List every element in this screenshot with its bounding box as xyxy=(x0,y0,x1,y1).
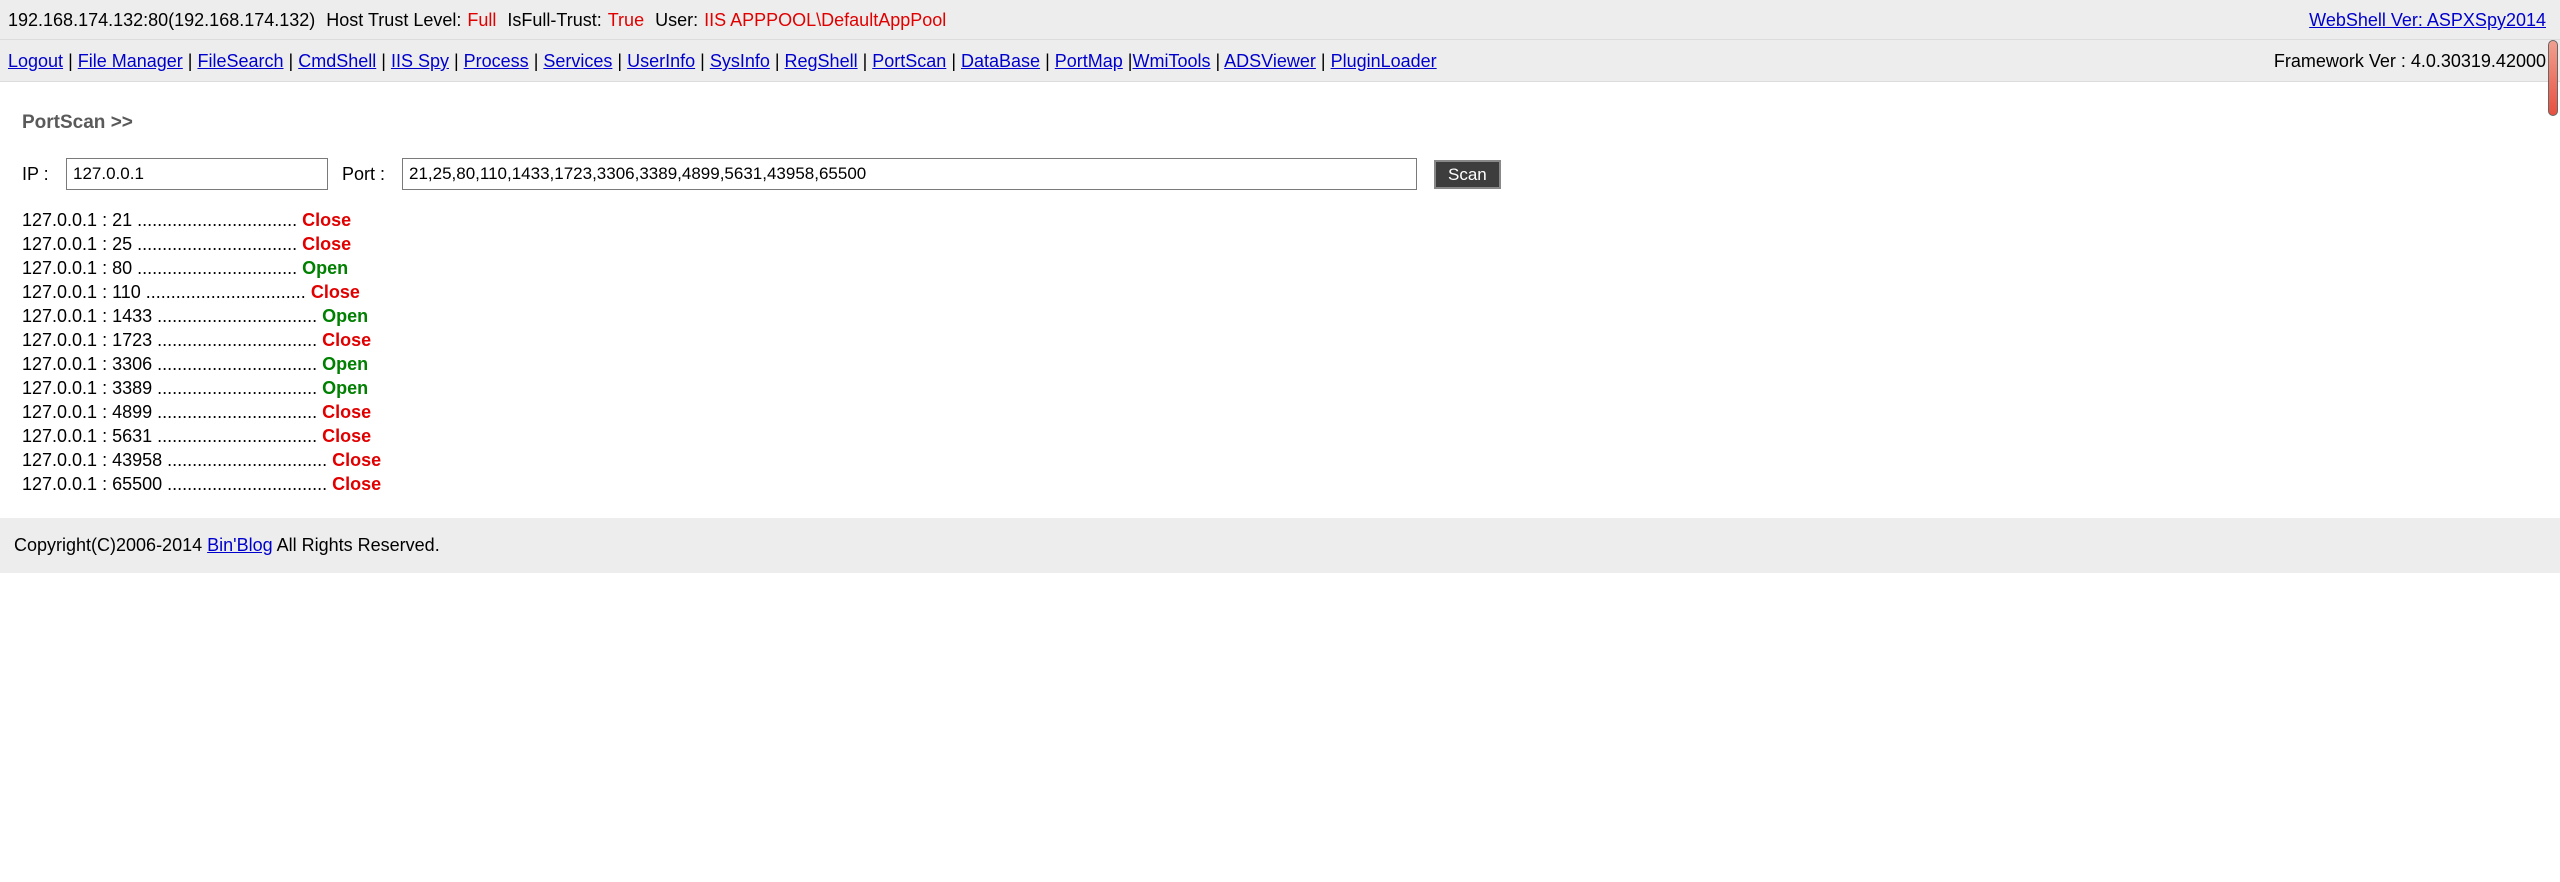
nav-separator: | xyxy=(769,51,785,71)
fulltrust-value: True xyxy=(607,10,645,30)
nav-bar: Logout | File Manager | FileSearch | Cmd… xyxy=(0,40,2560,82)
portscan-form: IP : Port : Scan xyxy=(22,158,1522,190)
nav-link-filesearch[interactable]: FileSearch xyxy=(197,51,283,71)
result-line: 127.0.0.1 : 110 ........................… xyxy=(22,280,381,304)
trust-level-label: Host Trust Level: xyxy=(326,10,462,30)
result-port: 127.0.0.1 : 80 .........................… xyxy=(22,258,298,278)
scan-results: 127.0.0.1 : 21 .........................… xyxy=(22,208,381,496)
result-status: Close xyxy=(302,234,352,254)
result-port: 127.0.0.1 : 5631 .......................… xyxy=(22,426,318,446)
scrollbar-thumb[interactable] xyxy=(2548,40,2558,116)
result-port: 127.0.0.1 : 43958 ......................… xyxy=(22,450,328,470)
nav-link-portscan[interactable]: PortScan xyxy=(872,51,946,71)
user-label: User: xyxy=(655,10,699,30)
nav-separator: | xyxy=(695,51,710,71)
webshell-version-link[interactable]: WebShell Ver: ASPXSpy2014 xyxy=(2309,10,2546,30)
result-line: 127.0.0.1 : 3306 .......................… xyxy=(22,352,381,376)
nav-separator: | xyxy=(1040,51,1055,71)
ip-input[interactable] xyxy=(66,158,328,190)
result-status: Close xyxy=(322,426,372,446)
result-status: Close xyxy=(322,330,372,350)
copyright-text: Copyright(C)2006-2014 xyxy=(14,535,203,555)
nav-separator: | xyxy=(1315,51,1331,71)
nav-separator: | xyxy=(1210,51,1225,71)
nav-link-pluginloader[interactable]: PluginLoader xyxy=(1331,51,1437,71)
user-value: IIS APPPOOL\DefaultAppPool xyxy=(704,10,947,30)
ip-label: IP : xyxy=(22,164,49,184)
result-port: 127.0.0.1 : 3389 .......................… xyxy=(22,378,318,398)
result-line: 127.0.0.1 : 80 .........................… xyxy=(22,256,381,280)
result-line: 127.0.0.1 : 1723 .......................… xyxy=(22,328,381,352)
result-line: 127.0.0.1 : 25 .........................… xyxy=(22,232,381,256)
nav-separator: | xyxy=(528,51,544,71)
result-port: 127.0.0.1 : 110 ........................… xyxy=(22,282,306,302)
top-info-bar: 192.168.174.132:80(192.168.174.132) Host… xyxy=(0,0,2560,40)
page-title: PortScan >> xyxy=(22,112,133,133)
result-port: 127.0.0.1 : 25 .........................… xyxy=(22,234,298,254)
nav-separator: | xyxy=(612,51,628,71)
result-line: 127.0.0.1 : 3389 .......................… xyxy=(22,376,381,400)
result-status: Open xyxy=(322,306,369,326)
result-status: Close xyxy=(332,474,382,494)
trust-level-value: Full xyxy=(467,10,497,30)
result-line: 127.0.0.1 : 43958 ......................… xyxy=(22,448,381,472)
nav-link-process[interactable]: Process xyxy=(464,51,529,71)
nav-separator: | xyxy=(376,51,391,71)
nav-link-file-manager[interactable]: File Manager xyxy=(78,51,183,71)
result-line: 127.0.0.1 : 1433 .......................… xyxy=(22,304,381,328)
nav-link-portmap[interactable]: PortMap xyxy=(1055,51,1123,71)
result-status: Close xyxy=(322,402,372,422)
nav-separator: | xyxy=(857,51,873,71)
scan-button[interactable]: Scan xyxy=(1434,160,1501,189)
result-status: Close xyxy=(302,210,352,230)
result-status: Open xyxy=(322,354,369,374)
rights-text: All Rights Reserved. xyxy=(276,535,440,555)
framework-version: Framework Ver : 4.0.30319.42000 xyxy=(2273,51,2546,71)
fulltrust-label: IsFull-Trust: xyxy=(507,10,602,30)
result-port: 127.0.0.1 : 3306 .......................… xyxy=(22,354,318,374)
nav-links: Logout | File Manager | FileSearch | Cmd… xyxy=(8,51,1437,72)
footer: Copyright(C)2006-2014 Bin'Blog All Right… xyxy=(0,518,2560,573)
nav-link-iis-spy[interactable]: IIS Spy xyxy=(391,51,449,71)
result-line: 127.0.0.1 : 5631 .......................… xyxy=(22,424,381,448)
nav-link-userinfo[interactable]: UserInfo xyxy=(627,51,695,71)
result-status: Open xyxy=(322,378,369,398)
result-port: 127.0.0.1 : 1723 .......................… xyxy=(22,330,318,350)
host-address: 192.168.174.132:80(192.168.174.132) xyxy=(8,10,316,30)
nav-link-database[interactable]: DataBase xyxy=(961,51,1040,71)
result-line: 127.0.0.1 : 4899 .......................… xyxy=(22,400,381,424)
nav-separator: | xyxy=(946,51,961,71)
result-status: Close xyxy=(310,282,360,302)
result-port: 127.0.0.1 : 1433 .......................… xyxy=(22,306,318,326)
nav-separator: | xyxy=(182,51,198,71)
blog-link[interactable]: Bin'Blog xyxy=(207,535,272,555)
result-line: 127.0.0.1 : 21 .........................… xyxy=(22,208,381,232)
nav-link-adsviewer[interactable]: ADSViewer xyxy=(1224,51,1316,71)
port-input[interactable] xyxy=(402,158,1417,190)
result-line: 127.0.0.1 : 65500 ......................… xyxy=(22,472,381,496)
nav-separator: | xyxy=(283,51,299,71)
host-info: 192.168.174.132:80(192.168.174.132) Host… xyxy=(8,10,952,31)
nav-separator: | xyxy=(63,51,78,71)
result-port: 127.0.0.1 : 4899 .......................… xyxy=(22,402,318,422)
nav-link-cmdshell[interactable]: CmdShell xyxy=(298,51,376,71)
result-status: Open xyxy=(302,258,349,278)
nav-link-logout[interactable]: Logout xyxy=(8,51,63,71)
result-port: 127.0.0.1 : 21 .........................… xyxy=(22,210,298,230)
nav-link-regshell[interactable]: RegShell xyxy=(785,51,858,71)
nav-link-wmitools[interactable]: WmiTools xyxy=(1132,51,1210,71)
result-status: Close xyxy=(332,450,382,470)
port-label: Port : xyxy=(342,164,386,184)
nav-link-sysinfo[interactable]: SysInfo xyxy=(710,51,770,71)
nav-link-services[interactable]: Services xyxy=(543,51,612,71)
result-port: 127.0.0.1 : 65500 ......................… xyxy=(22,474,328,494)
nav-separator: | xyxy=(448,51,464,71)
